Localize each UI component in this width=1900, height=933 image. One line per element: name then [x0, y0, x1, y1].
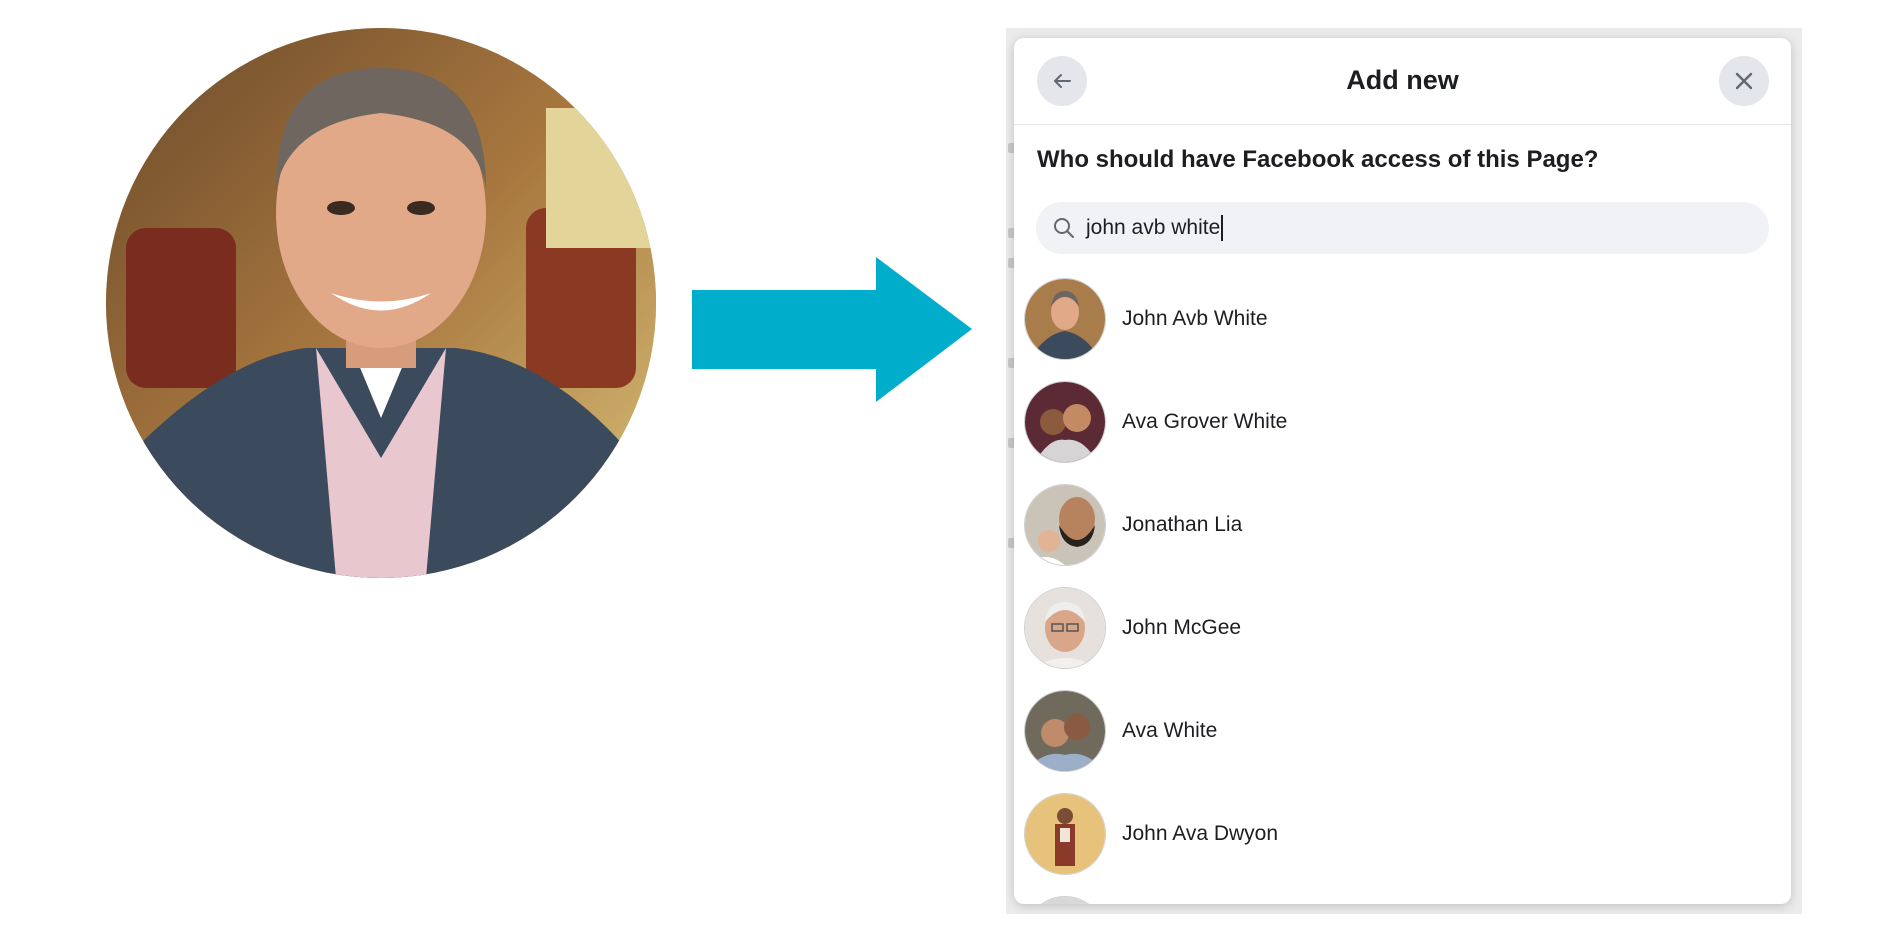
list-item[interactable]: Ava White: [1024, 690, 1764, 772]
close-icon: [1735, 72, 1753, 90]
dialog-title: Add new: [1346, 65, 1459, 95]
result-name: Jonathan Lia: [1122, 513, 1243, 536]
close-button[interactable]: [1719, 56, 1769, 106]
search-icon: [1052, 215, 1078, 241]
avatar: [1024, 793, 1106, 875]
list-item[interactable]: John Avb White: [1024, 278, 1764, 360]
search-input[interactable]: john avb white: [1036, 202, 1769, 254]
list-item[interactable]: John McGee: [1024, 587, 1764, 669]
result-name: John Avb White: [1122, 307, 1268, 330]
search-input-value: john avb white: [1086, 215, 1224, 241]
access-question: Who should have Facebook access of this …: [1037, 146, 1599, 173]
list-item[interactable]: Jonathan Lia: [1024, 484, 1764, 566]
arrow-right-icon: [692, 257, 972, 402]
result-name: John Ava Dwyon: [1122, 822, 1279, 845]
list-item[interactable]: John Ava Dwyon: [1024, 793, 1764, 875]
avatar: [1024, 381, 1106, 463]
avatar: [1024, 587, 1106, 669]
list-item: [1024, 896, 1764, 904]
result-name: Ava Grover White: [1122, 410, 1288, 433]
avatar: [1024, 484, 1106, 566]
result-name: Ava White: [1122, 719, 1218, 742]
avatar: [1024, 690, 1106, 772]
dialog-header: Add new: [1014, 38, 1791, 125]
result-name: John McGee: [1122, 616, 1242, 639]
profile-photo: [106, 28, 656, 578]
list-item[interactable]: Ava Grover White: [1024, 381, 1764, 463]
add-new-dialog: Add new Who should have Facebook access …: [1014, 38, 1791, 904]
avatar: [1024, 278, 1106, 360]
avatar: [1024, 896, 1106, 904]
